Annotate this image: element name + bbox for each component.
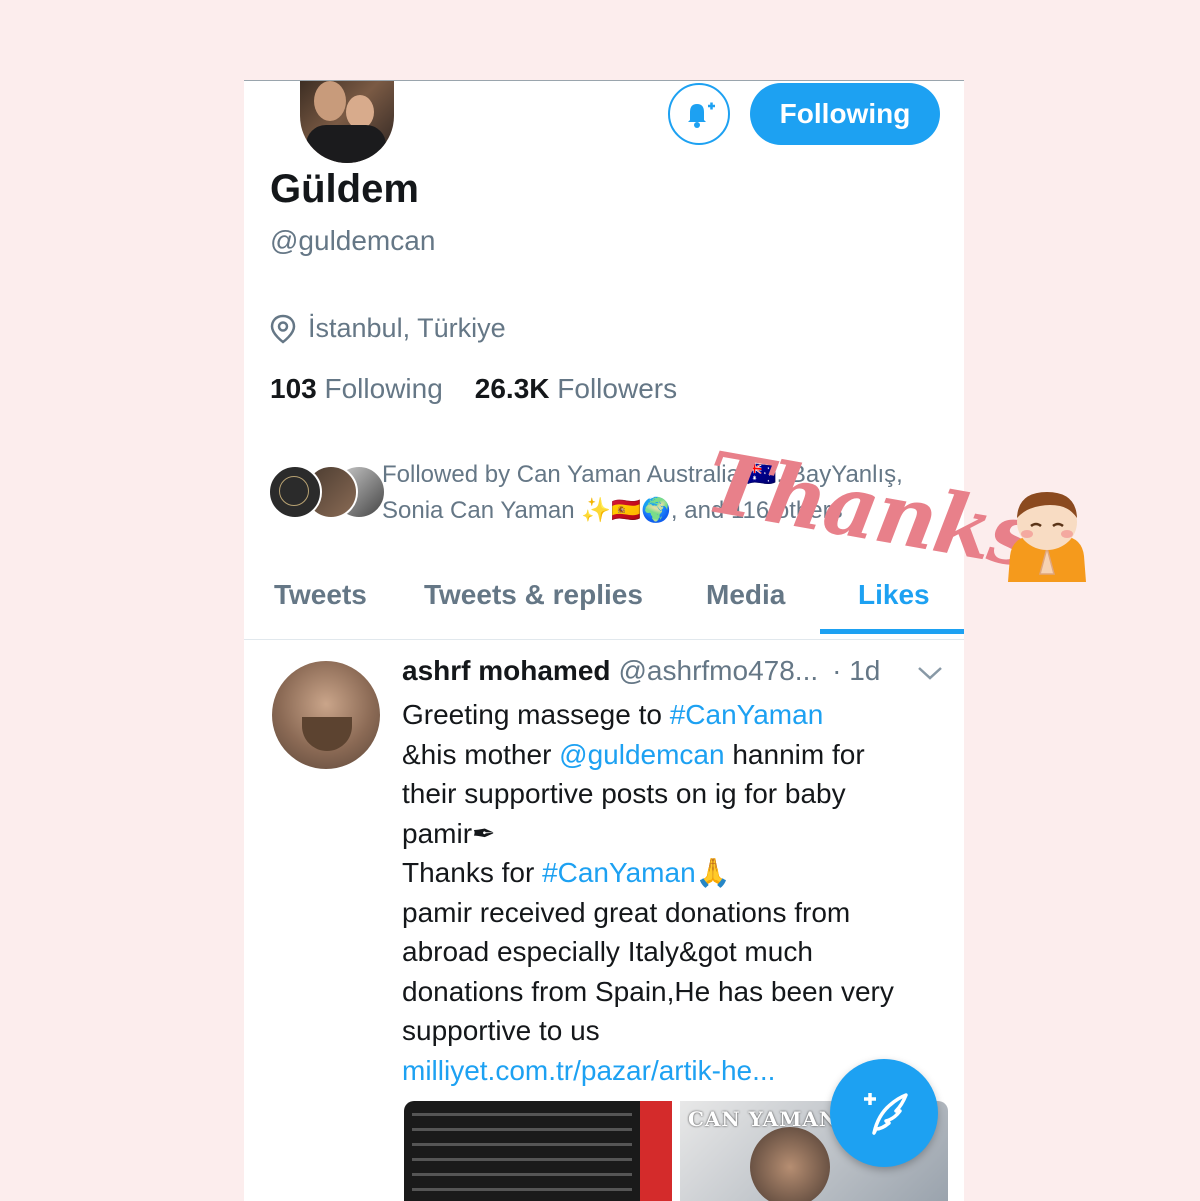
follow-stats: 103 Following 26.3K Followers	[270, 373, 677, 405]
compose-tweet-button[interactable]	[830, 1059, 938, 1167]
profile-handle: @guldemcan	[270, 225, 436, 256]
active-tab-indicator	[820, 629, 964, 634]
tab-likes[interactable]: Likes	[858, 579, 930, 611]
tab-media[interactable]: Media	[706, 579, 785, 611]
followed-by-avatars	[268, 465, 386, 519]
notifications-bell-button[interactable]	[668, 83, 730, 145]
tweet-author-handle[interactable]: @ashrfmo478...	[619, 655, 819, 687]
following-stat[interactable]: 103 Following	[270, 373, 443, 405]
praying-child-emoji	[1008, 492, 1086, 582]
tab-tweets-replies[interactable]: Tweets & replies	[424, 579, 643, 611]
followers-label: Followers	[557, 373, 678, 404]
tweet-time: · 1d	[832, 655, 881, 686]
tweet-text-line: supportive to us	[402, 1015, 600, 1046]
profile-name: Güldem	[270, 167, 419, 211]
tweet-text-segment: &his mother	[402, 738, 560, 770]
tweet-author-name[interactable]: ashrf mohamed	[402, 655, 611, 687]
follower-avatar	[268, 465, 322, 519]
tweet-media-image[interactable]	[404, 1101, 672, 1201]
tweet-text-segment: Greeting massege to	[402, 699, 670, 730]
profile-avatar[interactable]	[300, 81, 394, 163]
followers-count: 26.3K	[474, 373, 550, 404]
tweet-text-line: donations from Spain,He has been very	[402, 975, 894, 1007]
profile-location: İstanbul, Türkiye	[270, 313, 506, 344]
tweet-text: Greeting massege to #CanYaman &his mothe…	[402, 695, 942, 1090]
bell-plus-icon	[688, 102, 715, 128]
chevron-down-icon[interactable]	[916, 663, 944, 683]
location-pin-icon	[270, 314, 296, 344]
tweet-text-line: abroad especially Italy&got much	[402, 936, 813, 967]
tweet-text-segment: Thanks for	[402, 857, 543, 888]
location-text: İstanbul, Türkiye	[308, 313, 506, 343]
mention-link[interactable]: @guldemcan	[559, 739, 724, 770]
following-label: Following	[324, 373, 443, 404]
tweet-text-line: pamir received great donations from	[402, 896, 851, 928]
profile-screen: Following Güldem @guldemcan İstanbul, Tü…	[244, 80, 964, 1201]
tweet-text-segment: hannim for	[724, 738, 865, 770]
following-button[interactable]: Following	[750, 83, 940, 145]
media-caption: CAN YAMAN	[688, 1107, 839, 1131]
followers-stat[interactable]: 26.3K Followers	[475, 373, 677, 405]
compose-feather-icon	[864, 1093, 908, 1135]
hashtag-link[interactable]: #CanYaman	[542, 857, 696, 888]
tweet-author-avatar[interactable]	[272, 661, 380, 769]
following-count: 103	[270, 373, 317, 404]
hashtag-link[interactable]: #CanYaman	[670, 699, 824, 730]
tweet-text-line: their supportive posts on ig for baby	[402, 778, 846, 809]
tweet-text-line: pamir✒	[402, 817, 496, 849]
tweet-text-segment: 🙏	[695, 857, 731, 888]
tweet-header: ashrf mohamed @ashrfmo478... · 1d	[402, 655, 880, 687]
tab-tweets[interactable]: Tweets	[274, 579, 367, 611]
